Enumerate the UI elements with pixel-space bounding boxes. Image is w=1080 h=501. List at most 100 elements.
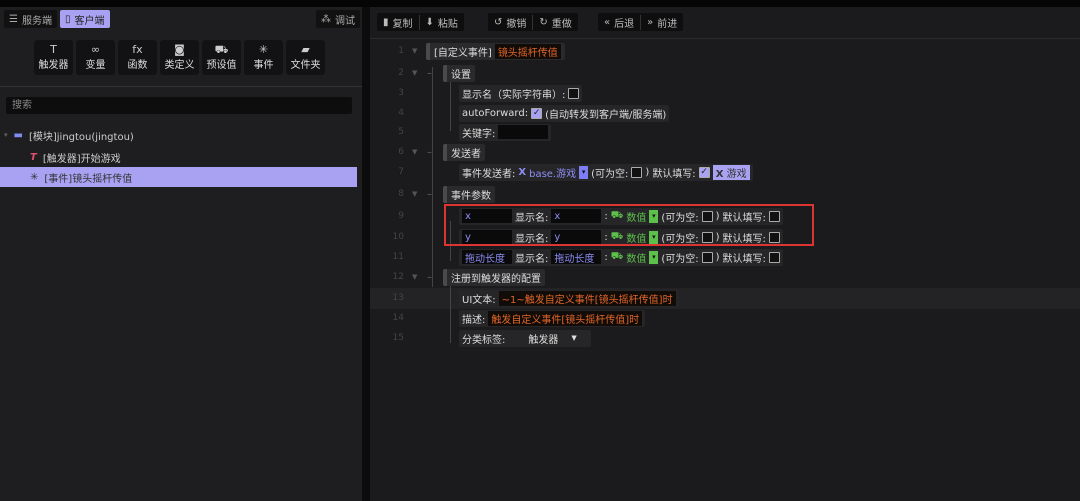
undo-icon: ↺	[494, 16, 503, 28]
display-name-checkbox[interactable]	[568, 87, 580, 99]
tree-item-module[interactable]: ▾ ▬ [模块]jingtou(jingtou)	[0, 125, 357, 145]
redo-button[interactable]: ↻ 重做	[532, 14, 577, 30]
code-line: 14 描述: 触发自定义事件[镜头摇杆传值]时	[370, 308, 1080, 328]
variable-icon: ∞	[90, 43, 101, 56]
copy-button[interactable]: ▮ 复制	[377, 15, 419, 30]
collapse-arrow-icon[interactable]: ▼	[412, 273, 417, 281]
panel-splitter[interactable]	[362, 7, 370, 501]
code-line: 2 ▼ – 设置	[370, 63, 1080, 83]
code-line: 1 ▼ [自定义事件] 镜头摇杆传值	[370, 41, 1080, 61]
add-folder-button[interactable]: ▰ 文件夹	[286, 40, 325, 75]
debug-button[interactable]: ⁂ 调试	[316, 10, 360, 28]
copy-icon: ▮	[383, 16, 389, 28]
highlight-box	[444, 204, 814, 246]
history-group: ↺ 撤销 ↻ 重做	[488, 13, 578, 31]
ui-text-row: UI文本: ~1~触发自定义事件[镜头摇杆传值]时	[459, 289, 679, 307]
type-icon: X	[518, 166, 527, 178]
collapse-arrow-icon[interactable]: ▼	[412, 69, 417, 77]
connector: –	[427, 188, 432, 200]
code-line: 3 显示名（实际字符串）:	[370, 83, 1080, 103]
redo-icon: ↻	[539, 16, 548, 28]
search-input[interactable]: 搜索	[6, 97, 352, 114]
clipboard-group: ▮ 复制 ⬇ 粘贴	[377, 13, 464, 31]
trigger-icon: T	[50, 43, 57, 56]
dropdown-icon[interactable]: ▾	[579, 165, 589, 179]
params-node[interactable]: 事件参数	[443, 185, 495, 203]
desc-row: 描述: 触发自定义事件[镜头摇杆传值]时	[459, 309, 646, 327]
sender-row: 事件发送者: Xbase.游戏 ▾ (可为空:) 默认填写: ✓ X 游戏	[459, 163, 753, 181]
code-line: 4 autoForward: ✓ (自动转发到客户端/服务端)	[370, 103, 1080, 123]
event-name-field[interactable]: 镜头摇杆传值	[494, 43, 561, 59]
code-line: 5 关键字:	[370, 122, 1080, 142]
category-select[interactable]: 触发器	[528, 331, 558, 346]
class-icon: ◙	[174, 43, 185, 56]
folder-icon: ▬	[13, 129, 23, 141]
param-fields: 拖动长度 显示名: 拖动长度: ⛟ 数值 ▾ (可为空:) 默认填写:	[459, 248, 783, 266]
param-row: 11 拖动长度 显示名: 拖动长度: ⛟ 数值 ▾ (可为空:) 默认填写:	[370, 247, 1080, 267]
dropdown-icon[interactable]: ▾	[649, 250, 659, 264]
nullable-checkbox[interactable]	[701, 251, 713, 263]
default-checkbox[interactable]: ✓	[698, 166, 710, 178]
editor-panel: ▮ 复制 ⬇ 粘贴 ↺ 撤销 ↻ 重做 «后退 » 前进 1 ▼ [自定义事件] 镜头摇杆传值…	[370, 7, 1080, 501]
tab-server[interactable]: ☰ 服务端	[4, 10, 57, 28]
function-icon: fx	[132, 43, 143, 56]
event-definition-node[interactable]: [自定义事件] 镜头摇杆传值	[426, 42, 565, 60]
add-preset-button[interactable]: ⛟ 预设值	[202, 40, 241, 75]
sender-node[interactable]: 发送者	[443, 143, 485, 161]
folder-add-icon: ▰	[301, 43, 310, 56]
tree-item-event[interactable]: ✳ [事件]镜头摇杆传值	[0, 167, 357, 187]
chevron-down-icon[interactable]: ▼	[571, 334, 576, 342]
desc-field[interactable]: 触发自定义事件[镜头摇杆传值]时	[488, 310, 643, 326]
tree-item-trigger[interactable]: T [触发器]开始游戏	[0, 147, 357, 167]
expand-arrow-icon[interactable]: ▾	[4, 131, 8, 139]
undo-button[interactable]: ↺ 撤销	[488, 15, 532, 30]
collapse-arrow-icon[interactable]: ▼	[412, 47, 417, 55]
add-function-button[interactable]: fx 函数	[118, 40, 157, 75]
event-icon: ✳	[30, 171, 39, 183]
display-name-row: 显示名（实际字符串）:	[459, 84, 583, 102]
code-line: 8 ▼ – 事件参数	[370, 184, 1080, 204]
autoforward-row: autoForward: ✓ (自动转发到客户端/服务端)	[459, 104, 670, 122]
connector: –	[427, 67, 432, 79]
keyword-input[interactable]	[498, 125, 549, 139]
paste-icon: ⬇	[425, 16, 434, 28]
paste-button[interactable]: ⬇ 粘贴	[418, 14, 464, 30]
add-trigger-button[interactable]: T 触发器	[34, 40, 73, 75]
bug-icon: ⁂	[321, 13, 331, 25]
divider	[0, 86, 362, 87]
nav-group: «后退 » 前进	[598, 13, 684, 31]
preset-icon: ⛟	[214, 43, 229, 56]
nullable-checkbox[interactable]	[631, 166, 643, 178]
add-variable-button[interactable]: ∞ 变量	[76, 40, 115, 75]
add-class-button[interactable]: ◙ 类定义	[160, 40, 199, 75]
phone-icon: ▯	[65, 13, 71, 25]
left-panel: ☰ 服务端 ▯ 客户端 ⁂ 调试 T 触发器 ∞ 变量 fx 函数 ◙ 类定义 ⛟ 预设值 ✳ 事…	[0, 7, 362, 501]
register-node[interactable]: 注册到触发器的配置	[443, 268, 545, 286]
ui-text-field[interactable]: ~1~触发自定义事件[镜头摇杆传值]时	[498, 290, 676, 306]
forward-button[interactable]: » 前进	[640, 14, 683, 30]
param-name-input[interactable]: 拖动长度	[462, 250, 512, 265]
connector: –	[427, 271, 432, 283]
code-line: 6 ▼ – 发送者	[370, 142, 1080, 162]
collapse-arrow-icon[interactable]: ▼	[412, 148, 417, 156]
add-event-button[interactable]: ✳ 事件	[244, 40, 283, 75]
code-line: 13 UI文本: ~1~触发自定义事件[镜头摇杆传值]时	[370, 288, 1080, 308]
collapse-arrow-icon[interactable]: ▼	[412, 190, 417, 198]
forward-icon: »	[647, 16, 654, 28]
category-row: 分类标签: 触发器 ▼	[459, 329, 591, 347]
default-value-chip[interactable]: X 游戏	[712, 164, 750, 180]
server-icon: ☰	[9, 13, 18, 25]
tab-client[interactable]: ▯ 客户端	[60, 10, 110, 28]
number-type-icon: ⛟	[610, 250, 624, 262]
autoforward-checkbox[interactable]: ✓	[531, 107, 543, 119]
param-display-input[interactable]: 拖动长度	[551, 250, 602, 265]
event-icon: ✳	[258, 43, 269, 56]
divider	[370, 38, 1080, 39]
code-line: 12 ▼ – 注册到触发器的配置	[370, 267, 1080, 287]
back-button[interactable]: «后退	[598, 15, 640, 30]
connector: –	[427, 146, 432, 158]
settings-node[interactable]: 设置	[443, 64, 475, 82]
code-line: 15 分类标签: 触发器 ▼	[370, 328, 1080, 348]
default-checkbox[interactable]	[768, 251, 780, 263]
trigger-icon: T	[30, 151, 37, 163]
